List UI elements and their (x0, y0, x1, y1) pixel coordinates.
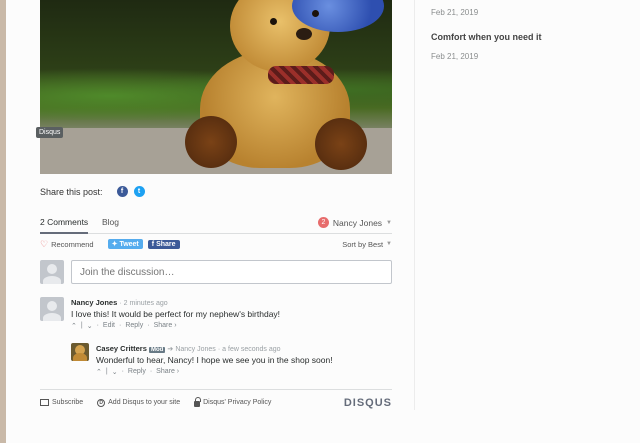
sidebar-date-1: Feb 21, 2019 (431, 8, 479, 17)
sort-chevron-icon: ▼ (386, 241, 392, 247)
twitter-share-icon[interactable]: t (133, 186, 145, 197)
tab-comments[interactable]: 2 Comments (40, 217, 89, 234)
disqus-tag: Disqus (36, 127, 64, 138)
reply-link[interactable]: Reply (128, 368, 146, 376)
comment-author-2[interactable]: Casey Critters Mod ➔ Nancy Jones · a few… (96, 344, 281, 353)
bear-eye-right (312, 10, 319, 17)
downvote-icon[interactable]: ⌄ (112, 368, 118, 376)
chevron-down-icon[interactable]: ▼ (386, 220, 392, 226)
comment-time[interactable]: · 2 minutes ago (119, 300, 167, 307)
edit-link[interactable]: Edit (103, 322, 115, 330)
disqus-tabs: 2 Comments Blog 2 Nancy Jones ▼ (40, 214, 392, 234)
bear-foot-left (185, 116, 237, 168)
user-menu[interactable]: 2 Nancy Jones ▼ (317, 217, 392, 228)
share-row: Share this post: f t (40, 186, 145, 197)
comment-actions-1: ⌃ | ⌄ · Edit · Reply · Share › (71, 322, 177, 330)
notification-badge[interactable]: 2 (317, 217, 329, 228)
lock-icon (194, 396, 202, 407)
facebook-icon: f (151, 240, 155, 248)
comment-avatar-nancy[interactable] (40, 297, 64, 321)
tab-blog[interactable]: Blog (102, 217, 119, 227)
tweet-label: Tweet (119, 241, 139, 248)
recommend-label: Recommend (51, 239, 94, 249)
reply-link[interactable]: Reply (125, 322, 143, 330)
facebook-share-icon[interactable]: f (116, 186, 128, 197)
disqus-d-icon: D (97, 398, 106, 407)
share-link[interactable]: Share › (156, 368, 179, 376)
tweet-button[interactable]: ✦ Tweet (107, 239, 143, 249)
envelope-icon (40, 399, 49, 406)
privacy-label: Disqus' Privacy Policy (203, 399, 272, 406)
facebook-share-button[interactable]: f Share (147, 239, 180, 249)
heart-icon: ♡ (40, 238, 49, 249)
moderator-badge: Mod (148, 347, 166, 353)
author-name[interactable]: Casey Critters (96, 344, 147, 353)
disqus-logo[interactable]: DISQUS (344, 397, 392, 409)
sort-dropdown[interactable]: Sort by Best ▼ (342, 240, 392, 249)
join-discussion-input[interactable] (71, 260, 392, 284)
reply-arrow-icon: ➔ (167, 346, 174, 353)
subscribe-label: Subscribe (52, 399, 84, 406)
bear-nose (296, 28, 312, 40)
sidebar-date-2: Feb 21, 2019 (431, 52, 479, 61)
action-row: ♡ Recommend ✦ Tweet f Share Sort by Best… (40, 238, 392, 250)
author-name[interactable]: Nancy Jones (71, 298, 117, 307)
bear-foot-right (315, 118, 367, 170)
recommend-button[interactable]: ♡ Recommend (40, 239, 94, 250)
comment-avatar-casey[interactable] (71, 343, 89, 361)
sidebar-post-title[interactable]: Comfort when you need it (431, 32, 542, 42)
reply-to-name[interactable]: Nancy Jones (175, 346, 215, 353)
twitter-bird-icon: ✦ (111, 241, 118, 248)
upvote-icon[interactable]: ⌃ (71, 322, 77, 330)
subscribe-link[interactable]: Subscribe (40, 399, 83, 406)
left-border (0, 0, 6, 443)
sidebar: Feb 21, 2019 Comfort when you need it Fe… (414, 0, 640, 410)
disqus-footer: Subscribe D Add Disqus to your site Disq… (40, 389, 392, 409)
bear-eye-left (270, 18, 277, 25)
privacy-policy-link[interactable]: Disqus' Privacy Policy (194, 396, 272, 407)
comment-actions-2: ⌃ | ⌄ · Reply · Share › (96, 368, 180, 376)
comment-time[interactable]: · a few seconds ago (218, 346, 281, 353)
composer-avatar (40, 260, 64, 284)
add-disqus-label: Add Disqus to your site (108, 399, 181, 406)
share-button-label: Share (156, 240, 176, 248)
comment-author-1[interactable]: Nancy Jones · 2 minutes ago (71, 298, 168, 307)
add-disqus-link[interactable]: D Add Disqus to your site (97, 398, 181, 407)
share-link[interactable]: Share › (154, 322, 177, 330)
share-label: Share this post: (40, 186, 103, 197)
user-name[interactable]: Nancy Jones (333, 218, 382, 228)
comment-text-2: Wonderful to hear, Nancy! I hope we see … (96, 355, 333, 365)
downvote-icon[interactable]: ⌄ (87, 322, 93, 330)
sort-label: Sort by Best (342, 239, 384, 249)
comment-text-1: I love this! It would be perfect for my … (71, 309, 281, 319)
teddy-bear-photo (40, 0, 392, 174)
bear-bow (268, 66, 334, 84)
upvote-icon[interactable]: ⌃ (96, 368, 102, 376)
